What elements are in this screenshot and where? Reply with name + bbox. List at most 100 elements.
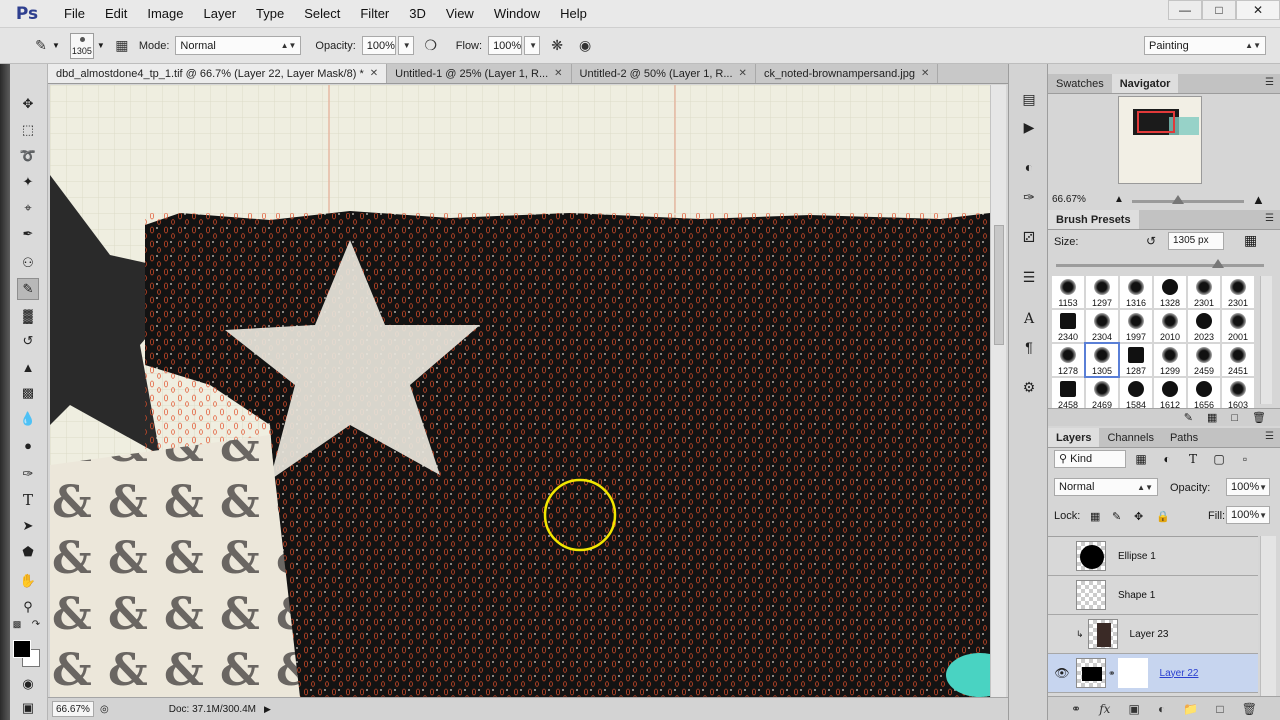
close-icon[interactable]: ✕	[921, 64, 929, 84]
zoom-out-icon[interactable]: ▲	[1114, 194, 1124, 205]
brush-preset[interactable]: 1153	[1052, 276, 1084, 308]
marquee-icon[interactable]: ⬚	[17, 119, 39, 141]
brush-preset[interactable]: 1287	[1120, 344, 1152, 376]
tab-paths[interactable]: Paths	[1162, 428, 1206, 447]
quick-mask-icon[interactable]: ◉	[17, 673, 39, 695]
close-icon[interactable]: ✕	[739, 64, 747, 84]
brush-icon[interactable]: ✎	[17, 278, 39, 300]
brush-preset[interactable]: 1297	[1086, 276, 1118, 308]
visibility-toggle[interactable]	[1048, 576, 1076, 615]
document-tab[interactable]: ck_noted-brownampersand.jpg ✕	[756, 64, 939, 84]
menu-type[interactable]: Type	[246, 0, 294, 28]
pressure-opacity-icon[interactable]: ❍	[420, 35, 442, 57]
eye-icon[interactable]: 👁	[1048, 654, 1076, 693]
layer-filter-kind-dropdown[interactable]: ⚲ Kind	[1054, 450, 1126, 468]
layer-blend-mode-dropdown[interactable]: Normal ▲▼	[1054, 478, 1158, 496]
add-mask-icon[interactable]: ▣	[1129, 702, 1140, 716]
brush-panel-toggle-icon[interactable]: ▦	[111, 35, 133, 57]
filter-type-icon[interactable]: T	[1184, 450, 1202, 468]
scrollbar-thumb[interactable]	[994, 225, 1004, 345]
blur-icon[interactable]: 💧	[17, 408, 39, 430]
opacity-slider-toggle[interactable]: ▼	[397, 36, 414, 55]
chevron-right-icon[interactable]: ▶	[264, 704, 271, 715]
menu-window[interactable]: Window	[484, 0, 550, 28]
tool-presets-icon[interactable]: ☰	[1018, 266, 1040, 288]
brush-preset[interactable]: 1656	[1188, 378, 1220, 410]
panel-menu-icon[interactable]: ☰	[1265, 431, 1274, 442]
brush-preset[interactable]: 2301	[1222, 276, 1254, 308]
navigator-view-box[interactable]	[1137, 111, 1175, 133]
layer-row[interactable]: Shape 1	[1048, 576, 1258, 615]
navigator-zoom-slider[interactable]	[1132, 195, 1244, 204]
menu-filter[interactable]: Filter	[350, 0, 399, 28]
brush-size-slider[interactable]	[1056, 259, 1264, 268]
navigator-zoom-field[interactable]: 66.67%	[1050, 192, 1100, 208]
type-icon[interactable]: T	[17, 489, 39, 511]
flow-slider-toggle[interactable]: ▼	[524, 36, 541, 55]
document-tab-active[interactable]: dbd_almostdone4_tp_1.tif @ 66.7% (Layer …	[48, 64, 388, 84]
history-panel-icon[interactable]: ▤	[1018, 88, 1040, 110]
brush-presets-scrollbar[interactable]	[1260, 276, 1272, 404]
zoom-icon[interactable]: ⚲	[17, 596, 39, 618]
close-icon[interactable]: ✕	[554, 64, 562, 84]
brush-preset[interactable]: 1603	[1222, 378, 1254, 410]
layer-fill-field[interactable]: 100% ▼	[1226, 506, 1270, 524]
hand-icon[interactable]: ✋	[17, 570, 39, 592]
status-info-icon[interactable]: ◎	[100, 704, 109, 715]
menu-3d[interactable]: 3D	[399, 0, 436, 28]
brush-preset[interactable]: 1612	[1154, 378, 1186, 410]
workspace-dropdown[interactable]: Painting ▲▼	[1144, 36, 1266, 55]
brush-panel-toggle-icon[interactable]: ▦	[1244, 232, 1257, 249]
layer-row[interactable]: Ellipse 1	[1048, 537, 1258, 576]
brush-preset[interactable]: 2469	[1086, 378, 1118, 410]
maximize-icon[interactable]: □	[1202, 0, 1236, 20]
tab-channels[interactable]: Channels	[1099, 428, 1161, 447]
eyedropper-icon[interactable]: ✒	[17, 223, 39, 245]
link-layers-icon[interactable]: ⚭	[1071, 702, 1081, 716]
menu-image[interactable]: Image	[137, 0, 193, 28]
brush-panel-icon[interactable]: ✑	[1018, 186, 1040, 208]
history-brush-icon[interactable]: ↺	[17, 330, 39, 352]
healing-icon[interactable]: ⚇	[17, 252, 39, 274]
character-panel-icon[interactable]: A	[1018, 308, 1040, 330]
adjustment-layer-icon[interactable]: ◐	[1158, 702, 1165, 716]
filter-adjustment-icon[interactable]: ◐	[1158, 450, 1176, 468]
visibility-toggle[interactable]	[1048, 615, 1076, 654]
layer-row[interactable]: ↳ Layer 23	[1048, 615, 1258, 654]
filter-shape-icon[interactable]: ▢	[1210, 450, 1228, 468]
lock-transparent-icon[interactable]: ▦	[1090, 510, 1100, 523]
move-icon[interactable]: ✥	[17, 93, 39, 115]
brush-toggle-icon[interactable]: ✎	[1184, 411, 1193, 424]
brush-tool-preset-icon[interactable]: ✎	[30, 35, 52, 57]
brush-size-picker[interactable]: 1305	[69, 32, 94, 59]
layers-scrollbar[interactable]	[1260, 536, 1276, 696]
brush-size-field[interactable]: 1305 px	[1168, 232, 1224, 250]
panel-menu-icon[interactable]: ☰	[1265, 77, 1274, 88]
canvas-vertical-scrollbar[interactable]	[990, 85, 1006, 697]
brush-preset[interactable]: 2010	[1154, 310, 1186, 342]
close-icon[interactable]: ✕	[370, 64, 378, 84]
airbrush-icon[interactable]: ❋	[546, 35, 568, 57]
brush-preset-selected[interactable]: 1305	[1084, 342, 1120, 378]
trash-icon[interactable]: 🗑	[1242, 702, 1257, 716]
panel-menu-icon[interactable]: ☰	[1265, 213, 1274, 224]
close-icon[interactable]: ✕	[1236, 0, 1280, 20]
filter-smart-object-icon[interactable]: ▫	[1236, 450, 1254, 468]
slider-knob[interactable]	[1172, 195, 1184, 204]
opacity-field[interactable]: 100%	[361, 36, 396, 55]
trash-icon[interactable]: 🗑	[1252, 411, 1266, 424]
default-colors-icon[interactable]: ▩	[9, 617, 25, 631]
tab-layers[interactable]: Layers	[1048, 428, 1100, 447]
tab-swatches[interactable]: Swatches	[1048, 74, 1112, 93]
tab-brush-presets[interactable]: Brush Presets	[1048, 210, 1139, 229]
new-group-icon[interactable]: 📁	[1183, 702, 1198, 716]
eraser-icon[interactable]: ▲	[17, 356, 39, 378]
layer-row-selected[interactable]: 👁 ⚭ Layer 22	[1048, 654, 1258, 693]
brush-preset[interactable]: 2301	[1188, 276, 1220, 308]
zoom-level-field[interactable]: 66.67%	[52, 701, 94, 717]
brush-preset[interactable]: 1316	[1120, 276, 1152, 308]
paragraph-panel-icon[interactable]: ¶	[1018, 336, 1040, 358]
chevron-down-icon[interactable]: ▼	[52, 41, 60, 50]
clone-source-icon[interactable]: ⚂	[1018, 226, 1040, 248]
crop-icon[interactable]: ⌖	[17, 197, 39, 219]
